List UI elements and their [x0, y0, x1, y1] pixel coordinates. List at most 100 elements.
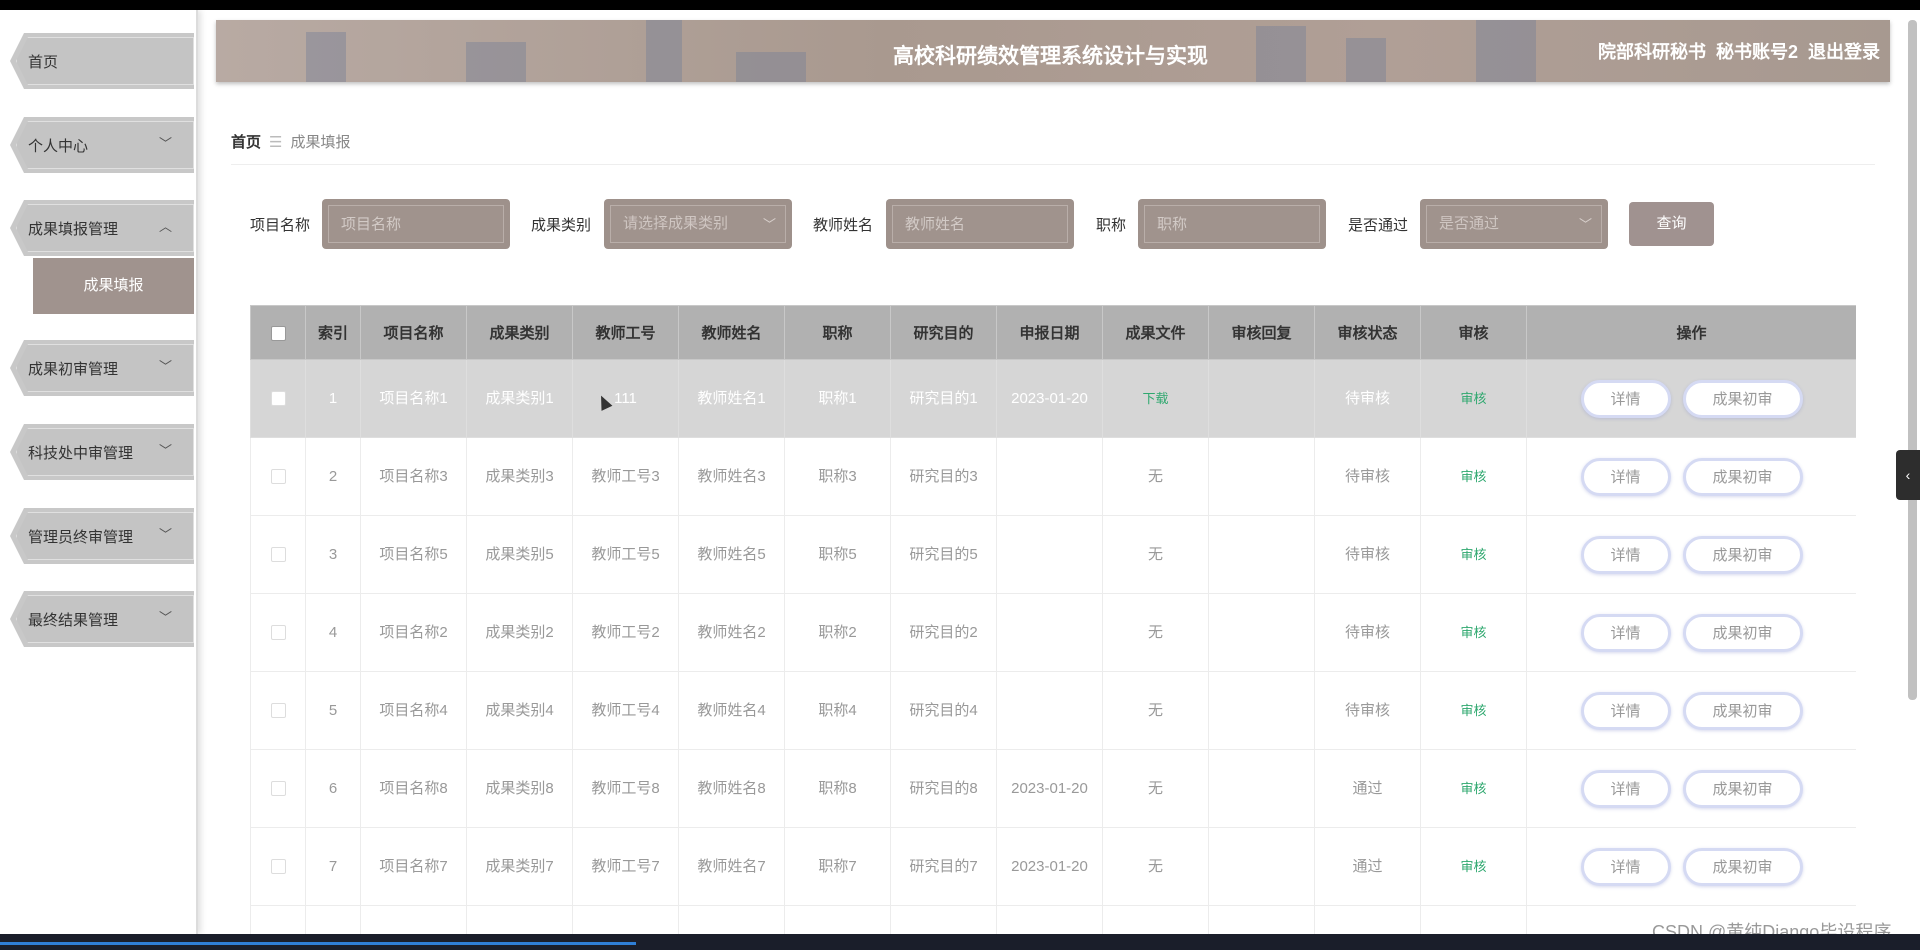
- sidebar-item-middle-review[interactable]: 科技处中审管理 ﹀: [10, 424, 194, 480]
- detail-button[interactable]: 详情: [1580, 769, 1671, 808]
- cell-teacher-no: 教师工号4: [572, 671, 679, 750]
- cell-index: 5: [305, 671, 361, 750]
- cell-teacher: 教师姓名7: [678, 827, 785, 906]
- cell-teacher-no: 教师工号5: [572, 515, 679, 594]
- initial-review-button[interactable]: 成果初审: [1682, 847, 1803, 886]
- table-row[interactable]: 2023-01-2: [250, 905, 1856, 934]
- page-scrollbar[interactable]: [1908, 20, 1917, 700]
- cell-date: [996, 593, 1103, 672]
- sidebar-item-result-filing[interactable]: 成果填报管理 ︿: [10, 200, 194, 256]
- column-header: 项目名称: [360, 305, 467, 360]
- sidebar-item-initial-review[interactable]: 成果初审管理 ﹀: [10, 340, 194, 396]
- row-checkbox[interactable]: [270, 703, 286, 719]
- column-header: 审核回复: [1208, 305, 1315, 360]
- row-select-cell: [250, 905, 306, 934]
- cell-project: 项目名称3: [360, 437, 467, 516]
- row-checkbox[interactable]: [270, 625, 286, 641]
- detail-button[interactable]: 详情: [1580, 457, 1671, 496]
- audit-link[interactable]: 审核: [1460, 547, 1486, 562]
- column-header: 成果类别: [466, 305, 573, 360]
- audit-link[interactable]: 审核: [1460, 469, 1486, 484]
- detail-button[interactable]: 详情: [1580, 847, 1671, 886]
- table-row[interactable]: 2 项目名称3 成果类别3 教师工号3 教师姓名3 职称3 研究目的3 无 待审核 审核 详情 成果初…: [250, 437, 1856, 516]
- cell-file: 无: [1102, 749, 1209, 828]
- row-select-cell: [250, 749, 306, 828]
- cell-teacher: [678, 905, 785, 934]
- sidebar-item-home[interactable]: 首页: [10, 33, 194, 89]
- detail-button[interactable]: 详情: [1580, 535, 1671, 574]
- teacher-name-input[interactable]: [892, 205, 1068, 243]
- sidebar-item-label: 最终结果管理: [28, 612, 119, 629]
- initial-review-button[interactable]: 成果初审: [1682, 613, 1803, 652]
- chevron-down-icon: ﹀: [158, 136, 172, 151]
- chevron-down-icon: ﹀: [158, 610, 172, 625]
- cell-operations: 详情 成果初审: [1526, 827, 1856, 906]
- chevron-left-icon[interactable]: ‹: [1896, 450, 1920, 500]
- cell-reply: [1208, 827, 1315, 906]
- table-row[interactable]: 6 项目名称8 成果类别8 教师工号8 教师姓名8 职称8 研究目的8 2023-01-20 无…: [250, 749, 1856, 828]
- initial-review-button[interactable]: 成果初审: [1682, 379, 1803, 418]
- results-table: 索引 项目名称 成果类别 教师工号 教师姓名 职称 研究目的 申报日期 成果文件…: [250, 305, 1856, 934]
- category-select[interactable]: 请选择成果类别: [610, 205, 786, 243]
- cell-date: 2023-01-2: [996, 905, 1103, 934]
- sidebar-item-personal-center[interactable]: 个人中心 ﹀: [10, 117, 194, 173]
- banner-building: [646, 20, 682, 82]
- cell-title: 职称4: [784, 671, 891, 750]
- table-row[interactable]: 4 项目名称2 成果类别2 教师工号2 教师姓名2 职称2 研究目的2 无 待审核 审核 详情 成果初…: [250, 593, 1856, 672]
- detail-button[interactable]: 详情: [1580, 613, 1671, 652]
- title-input[interactable]: [1144, 205, 1320, 243]
- cell-date: [996, 515, 1103, 594]
- audit-link[interactable]: 审核: [1460, 859, 1486, 874]
- cell-category: 成果类别8: [466, 749, 573, 828]
- download-link[interactable]: 下载: [1142, 391, 1168, 406]
- initial-review-button[interactable]: 成果初审: [1682, 769, 1803, 808]
- initial-review-button[interactable]: 成果初审: [1682, 457, 1803, 496]
- row-checkbox[interactable]: [270, 547, 286, 563]
- passed-select[interactable]: 是否通过: [1426, 205, 1602, 243]
- cell-reply: [1208, 359, 1315, 438]
- title-box: [1138, 199, 1326, 249]
- audit-link[interactable]: 审核: [1460, 625, 1486, 640]
- cell-file: 下载: [1102, 359, 1209, 438]
- chevron-down-icon: ﹀: [762, 217, 776, 232]
- row-checkbox[interactable]: [270, 859, 286, 875]
- table-row[interactable]: 5 项目名称4 成果类别4 教师工号4 教师姓名4 职称4 研究目的4 无 待审核 审核 详情 成果初…: [250, 671, 1856, 750]
- audit-link[interactable]: 审核: [1460, 703, 1486, 718]
- cell-category: 成果类别4: [466, 671, 573, 750]
- cell-project: 项目名称8: [360, 749, 467, 828]
- breadcrumb-current: 成果填报: [290, 134, 351, 151]
- cell-status: 通过: [1314, 749, 1421, 828]
- breadcrumb-home[interactable]: 首页: [231, 134, 261, 151]
- cell-index: 7: [305, 827, 361, 906]
- row-checkbox[interactable]: [270, 469, 286, 485]
- sidebar-item-final-result[interactable]: 最终结果管理 ﹀: [10, 591, 194, 647]
- select-all-checkbox[interactable]: [270, 325, 286, 341]
- row-checkbox[interactable]: [270, 781, 286, 797]
- table-row[interactable]: 7 项目名称7 成果类别7 教师工号7 教师姓名7 职称7 研究目的7 2023-01-20 无…: [250, 827, 1856, 906]
- cell-file: 无: [1102, 437, 1209, 516]
- cell-purpose: [890, 905, 997, 934]
- audit-link[interactable]: 审核: [1460, 391, 1486, 406]
- row-checkbox[interactable]: [270, 391, 286, 407]
- cell-teacher: 教师姓名5: [678, 515, 785, 594]
- divider: [231, 164, 1875, 165]
- project-name-input[interactable]: [328, 205, 504, 243]
- cell-operations: 详情 成果初审: [1526, 593, 1856, 672]
- audit-link[interactable]: 审核: [1460, 781, 1486, 796]
- column-header: 审核: [1420, 305, 1527, 360]
- query-button[interactable]: 查询: [1629, 202, 1714, 246]
- table-row[interactable]: 1 项目名称1 成果类别1 111 教师姓名1 职称1 研究目的1 2023-01-20 下载 待…: [250, 359, 1856, 438]
- detail-button[interactable]: 详情: [1580, 691, 1671, 730]
- cell-date: 2023-01-20: [996, 749, 1103, 828]
- submenu-item-result-filing[interactable]: 成果填报: [33, 258, 194, 314]
- initial-review-button[interactable]: 成果初审: [1682, 535, 1803, 574]
- cell-operations: 详情 成果初审: [1526, 437, 1856, 516]
- table-row[interactable]: 3 项目名称5 成果类别5 教师工号5 教师姓名5 职称5 研究目的5 无 待审核 审核 详情 成果初…: [250, 515, 1856, 594]
- cell-title: 职称3: [784, 437, 891, 516]
- cell-audit: [1420, 905, 1527, 934]
- detail-button[interactable]: 详情: [1580, 379, 1671, 418]
- initial-review-button[interactable]: 成果初审: [1682, 691, 1803, 730]
- logout-link[interactable]: 退出登录: [1808, 42, 1880, 62]
- sidebar-item-final-review[interactable]: 管理员终审管理 ﹀: [10, 508, 194, 564]
- results-table-wrap: 索引 项目名称 成果类别 教师工号 教师姓名 职称 研究目的 申报日期 成果文件…: [250, 305, 1856, 934]
